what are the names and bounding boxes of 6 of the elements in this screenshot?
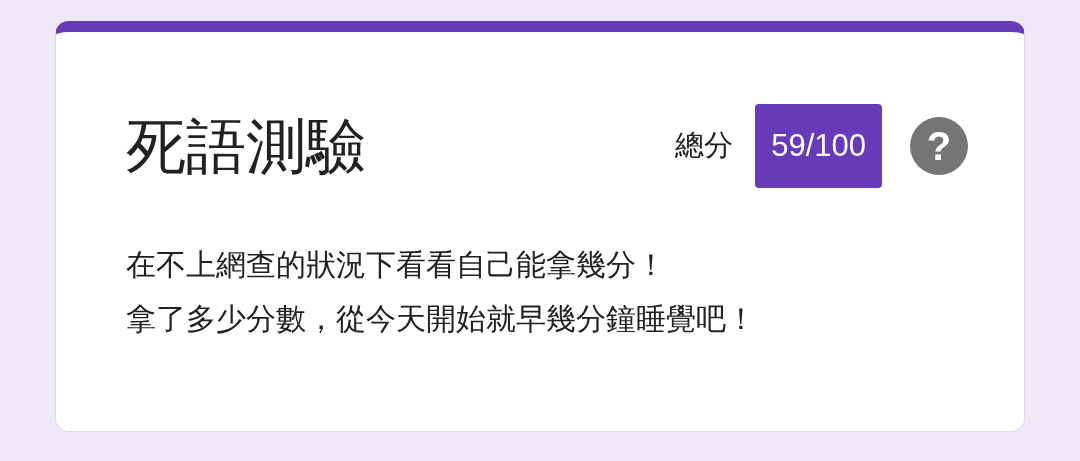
score-label: 總分 <box>675 127 734 164</box>
form-description: 拿了多少分數，從今天開始就早幾分鐘睡覺吧！ <box>126 300 757 338</box>
form-title: 死語測驗 <box>126 116 366 176</box>
help-icon[interactable]: ? <box>910 117 968 175</box>
score-badge: 59/100 <box>755 104 882 188</box>
form-description: 在不上網查的狀況下看看自己能拿幾分！ <box>126 246 667 284</box>
